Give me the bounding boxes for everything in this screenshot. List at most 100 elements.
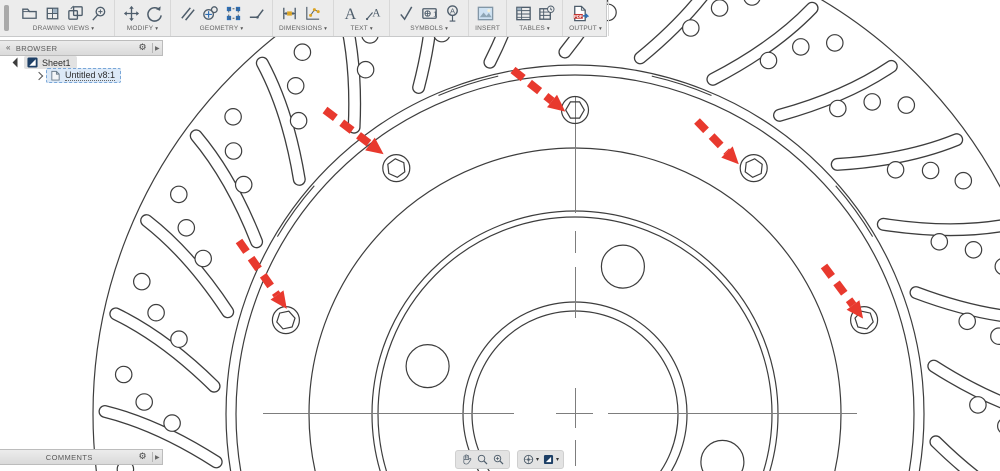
lug-hole xyxy=(700,439,745,471)
annotation-arrow-tail xyxy=(820,263,857,308)
browser-panel-header[interactable]: « BROWSER ⚙ ▶ xyxy=(0,40,163,56)
ribbon-toolbar: DRAWING VIEWS ▾ MODIFY ▾ GEOMETRY ▾ DIMENSIONS… xyxy=(0,0,609,37)
collapse-panel-icon[interactable]: « xyxy=(6,44,11,52)
drill-hole xyxy=(921,161,940,180)
drill-hole xyxy=(147,303,165,322)
toolbar-group-drawing-views: DRAWING VIEWS ▾ xyxy=(13,0,115,36)
toolbar-group-tables: TABLES ▾ xyxy=(507,0,564,36)
toolbar-group-label[interactable]: TEXT ▾ xyxy=(340,25,383,32)
browser-item-label[interactable]: Sheet1 xyxy=(42,58,71,68)
grid-settings-button[interactable]: ▾ xyxy=(522,453,539,466)
drill-hole xyxy=(224,142,243,160)
drill-hole xyxy=(969,396,987,414)
toolbar-group-label[interactable]: OUTPUT ▾ xyxy=(569,25,602,32)
detail-view-icon[interactable] xyxy=(88,3,108,23)
toolbar-group-dimensions: DIMENSIONS ▾ xyxy=(273,0,335,36)
browser-item-label[interactable]: Untitled v8:1 xyxy=(65,70,116,81)
output-pdf-icon[interactable]: PDF xyxy=(569,3,589,23)
lug-hole xyxy=(600,244,646,289)
drill-hole xyxy=(897,96,916,114)
section-view-icon[interactable] xyxy=(65,3,85,23)
crescent-vent xyxy=(276,185,315,237)
selected-item-highlight[interactable]: Untitled v8:1 xyxy=(46,68,122,83)
annotation-arrow-tail xyxy=(510,66,555,105)
view-navigation-bar: ▾ ▾ xyxy=(455,450,565,469)
insert-image-icon[interactable] xyxy=(475,3,495,23)
text-icon[interactable]: A xyxy=(340,3,360,23)
drill-hole xyxy=(135,393,153,411)
ordinate-dimension-icon[interactable] xyxy=(302,3,322,23)
feature-control-icon[interactable]: A xyxy=(442,3,462,23)
rotor-circle xyxy=(377,216,773,471)
toolbar-group-geometry: GEOMETRY ▾ xyxy=(171,0,273,36)
drill-hole xyxy=(356,60,375,79)
svg-text:PDF: PDF xyxy=(574,13,583,18)
gear-icon[interactable]: ⚙ xyxy=(139,452,147,462)
drill-hole xyxy=(828,99,847,118)
parallel-lines-icon[interactable] xyxy=(177,3,197,23)
table-icon[interactable] xyxy=(513,3,533,23)
dropdown-caret-icon: ▾ xyxy=(598,26,602,32)
panel-expand-chevron-icon[interactable]: ▶ xyxy=(155,45,160,52)
pattern-icon[interactable] xyxy=(223,3,243,23)
comments-panel-header[interactable]: COMMENTS ⚙ ▶ xyxy=(0,449,163,465)
hex-bolt-hexagon xyxy=(387,158,406,178)
drill-hole xyxy=(710,0,729,17)
sheet-icon xyxy=(27,57,38,68)
linear-dimension-icon[interactable] xyxy=(279,3,299,23)
annotation-arrow-tail xyxy=(235,238,281,298)
drill-hole xyxy=(286,77,305,95)
hex-bolt-hexagon xyxy=(744,158,763,178)
toolbar-group-symbols: 1 A SYMBOLS ▾ xyxy=(390,0,470,36)
svg-text:A: A xyxy=(372,7,381,19)
drill-hole xyxy=(791,38,810,56)
collapsed-triangle-icon[interactable] xyxy=(34,71,44,80)
toolbar-group-label[interactable]: INSERT xyxy=(475,25,500,32)
zoom-window-button[interactable] xyxy=(492,453,505,466)
drill-hole xyxy=(133,272,151,291)
base-view-icon[interactable] xyxy=(19,3,39,23)
zoom-button[interactable] xyxy=(476,453,489,466)
toolbar-groups: DRAWING VIEWS ▾ MODIFY ▾ GEOMETRY ▾ DIMENSIONS… xyxy=(13,0,609,36)
toolbar-group-label[interactable]: GEOMETRY ▾ xyxy=(177,25,266,32)
edge-extend-icon[interactable] xyxy=(246,3,266,23)
drill-hole xyxy=(990,327,1000,345)
hex-bolt-circle xyxy=(271,306,300,335)
toolbar-group-label[interactable]: TABLES ▾ xyxy=(513,25,556,32)
toolbar-grip-handle[interactable] xyxy=(4,5,9,31)
rotate-icon[interactable] xyxy=(144,3,164,23)
panel-header-divider xyxy=(151,43,153,53)
projected-view-icon[interactable] xyxy=(42,3,62,23)
dropdown-caret-icon: ▾ xyxy=(155,26,159,32)
datum-identifier-icon[interactable]: 1 xyxy=(419,3,439,23)
display-settings-button[interactable]: ▾ xyxy=(542,453,559,466)
panel-expand-chevron-icon[interactable]: ▶ xyxy=(155,454,160,461)
move-icon[interactable] xyxy=(121,3,141,23)
toolbar-group-label[interactable]: SYMBOLS ▾ xyxy=(396,25,462,32)
drill-hole xyxy=(194,249,212,268)
drill-hole xyxy=(958,312,976,331)
toolbar-group-label[interactable]: DIMENSIONS ▾ xyxy=(279,25,327,32)
center-mark-icon[interactable] xyxy=(200,3,220,23)
browser-item-untitled[interactable]: Untitled v8:1 xyxy=(0,68,163,83)
toolbar-group-insert: INSERT xyxy=(469,0,508,36)
drill-hole xyxy=(170,185,188,204)
dropdown-caret-icon: ▾ xyxy=(240,26,244,32)
svg-text:A: A xyxy=(344,6,356,23)
dropdown-caret-icon: ▾ xyxy=(91,26,95,32)
drill-hole xyxy=(681,19,700,37)
browser-panel: « BROWSER ⚙ ▶ Sheet1 Untitled v8:1 xyxy=(0,40,163,83)
toolbar-group-output: PDF OUTPUT ▾ xyxy=(563,0,609,36)
gear-icon[interactable]: ⚙ xyxy=(139,43,147,53)
expanded-triangle-icon[interactable] xyxy=(12,57,23,68)
parts-list-icon[interactable] xyxy=(536,3,556,23)
toolbar-group-label[interactable]: MODIFY ▾ xyxy=(121,25,164,32)
document-icon xyxy=(51,70,60,81)
surface-finish-icon[interactable] xyxy=(396,3,416,23)
dropdown-caret-icon: ▾ xyxy=(445,26,449,32)
leader-text-icon[interactable]: A xyxy=(363,3,383,23)
drill-hole xyxy=(743,0,761,6)
pan-hand-button[interactable] xyxy=(460,453,473,466)
drill-hole xyxy=(954,171,973,190)
toolbar-group-label[interactable]: DRAWING VIEWS ▾ xyxy=(19,25,108,32)
